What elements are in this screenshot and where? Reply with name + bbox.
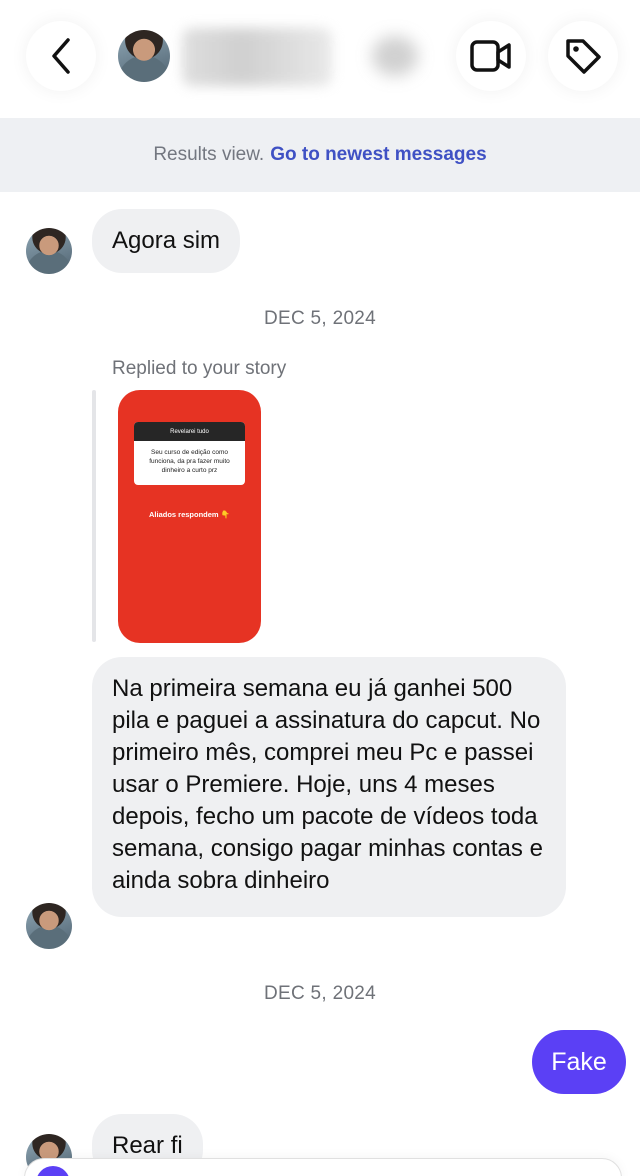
video-call-button[interactable] (456, 21, 526, 91)
chat-screen: Results view. Go to newest messages Agor… (0, 0, 640, 1176)
back-button[interactable] (26, 21, 96, 91)
chevron-left-icon (52, 38, 70, 74)
incoming-message[interactable]: Agora sim (92, 209, 241, 273)
story-cta-text: Aliados respondem 👇 (148, 510, 231, 519)
story-card-title: Revelarei tudo (134, 422, 245, 441)
story-thumbnail[interactable]: Revelarei tudo Seu curso de edição como … (118, 390, 261, 643)
story-card-text: Seu curso de edição como funciona, da pr… (149, 449, 230, 474)
blurred-mark (372, 36, 418, 76)
date-separator: DEC 5, 2024 (263, 983, 377, 1004)
results-view-label: Results view. (153, 144, 265, 165)
tag-icon (566, 39, 601, 74)
contact-name-blurred[interactable] (182, 28, 332, 86)
contact-avatar[interactable] (118, 30, 170, 82)
story-question-card: Revelarei tudo Seu curso de edição como … (134, 422, 245, 485)
results-view-bar: Results view. Go to newest messages (0, 118, 640, 192)
date-separator: DEC 5, 2024 (263, 308, 377, 329)
chat-header (0, 0, 640, 118)
go-to-newest-link[interactable]: Go to newest messages (270, 144, 486, 166)
reply-indicator-line (92, 390, 96, 642)
video-camera-icon (470, 40, 511, 72)
incoming-message[interactable]: Na primeira semana eu já ganhei 500 pila… (92, 657, 566, 917)
message-composer[interactable] (24, 1158, 622, 1176)
sender-avatar[interactable] (26, 228, 72, 274)
sender-avatar[interactable] (26, 903, 72, 949)
outgoing-message[interactable]: Fake (532, 1030, 626, 1094)
replied-to-story-label: Replied to your story (112, 358, 287, 379)
tag-button[interactable] (548, 21, 618, 91)
